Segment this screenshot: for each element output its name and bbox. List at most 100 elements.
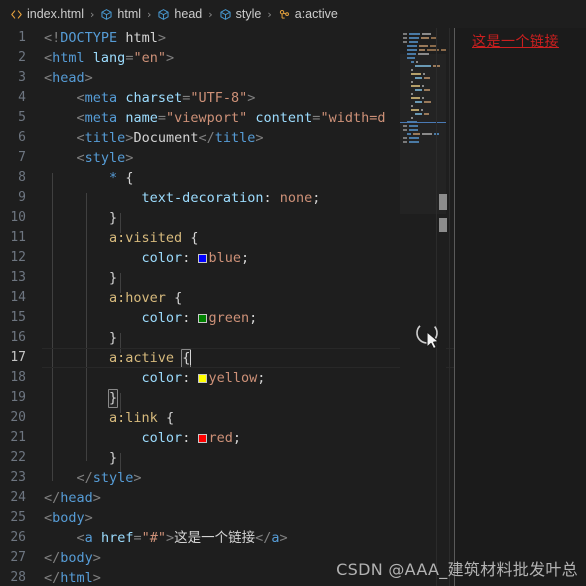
code-line[interactable]: 6 <title>Document</title>: [0, 128, 400, 148]
line-number: 5: [18, 110, 26, 125]
text-caret: [190, 350, 192, 365]
line-number: 27: [10, 550, 26, 565]
code-line[interactable]: 25 <body>: [0, 508, 400, 528]
css-selector-icon: [278, 8, 291, 21]
line-content[interactable]: color: red;: [34, 428, 400, 448]
line-content[interactable]: </head>: [34, 488, 400, 508]
breadcrumb-item-style[interactable]: style: [218, 7, 263, 21]
line-number: 8: [18, 170, 26, 185]
scrollbar-marker: [439, 218, 447, 232]
line-content[interactable]: <meta charset="UTF-8">: [34, 88, 400, 108]
line-number: 18: [10, 370, 26, 385]
line-number: 19: [10, 390, 26, 405]
line-content[interactable]: </style>: [34, 468, 400, 488]
color-swatch-green[interactable]: [198, 314, 208, 323]
cube-symbol-icon: [100, 8, 113, 21]
code-line[interactable]: 5 <meta name="viewport" content="width=d: [0, 108, 400, 128]
line-content[interactable]: <a href="#">这是一个链接</a>: [34, 528, 400, 548]
code-brackets-icon: [10, 8, 23, 21]
line-number: 10: [10, 210, 26, 225]
line-content[interactable]: a:link {: [34, 408, 400, 428]
code-line[interactable]: 15 color: green;: [0, 308, 400, 328]
line-content[interactable]: <!DOCTYPE html>: [34, 28, 400, 48]
breadcrumb-separator: ›: [208, 7, 213, 21]
csdn-watermark: CSDN @AAA_建筑材料批发叶总: [336, 560, 578, 579]
code-line[interactable]: 3 <head>: [0, 68, 400, 88]
line-content[interactable]: a:active {: [34, 348, 400, 368]
line-content[interactable]: a:visited {: [34, 228, 400, 248]
color-swatch-blue[interactable]: [198, 254, 208, 263]
line-number: 20: [10, 410, 26, 425]
line-number: 16: [10, 330, 26, 345]
line-content[interactable]: <body>: [34, 508, 400, 528]
color-value: blue: [208, 250, 241, 266]
code-line[interactable]: 14 a:hover {: [0, 288, 400, 308]
line-content[interactable]: }: [34, 208, 400, 228]
line-number: 24: [10, 490, 26, 505]
line-number: 1: [18, 30, 26, 45]
breadcrumb-item-a-active[interactable]: a:active: [277, 7, 339, 21]
code-line[interactable]: 8 * {: [0, 168, 400, 188]
line-content[interactable]: }: [34, 448, 400, 468]
code-line[interactable]: 10 }: [0, 208, 400, 228]
line-content[interactable]: <html lang="en">: [34, 48, 400, 68]
line-content[interactable]: }: [34, 268, 400, 288]
breadcrumb-label: style: [235, 7, 262, 21]
breadcrumb-item-head[interactable]: head: [156, 7, 203, 21]
breadcrumb-item-index-html[interactable]: index.html: [9, 7, 85, 21]
code-line[interactable]: 16 }: [0, 328, 400, 348]
cube-symbol-icon: [157, 8, 170, 21]
line-content[interactable]: text-decoration: none;: [34, 188, 400, 208]
color-value: yellow: [208, 370, 258, 386]
code-line[interactable]: 13 }: [0, 268, 400, 288]
code-line[interactable]: 9 text-decoration: none;: [0, 188, 400, 208]
code-lines[interactable]: 1 <!DOCTYPE html> 2 <html lang="en"> 3 <…: [0, 28, 455, 586]
code-line[interactable]: 19 }: [0, 388, 400, 408]
line-content[interactable]: }: [34, 328, 400, 348]
code-line[interactable]: 24 </head>: [0, 488, 400, 508]
line-content[interactable]: a:hover {: [34, 288, 400, 308]
breadcrumb-separator: ›: [267, 7, 272, 21]
code-editor[interactable]: 1 <!DOCTYPE html> 2 <html lang="en"> 3 <…: [0, 28, 455, 586]
code-line[interactable]: 11 a:visited {: [0, 228, 400, 248]
color-swatch-red[interactable]: [198, 434, 208, 443]
line-number: 6: [18, 130, 26, 145]
line-content[interactable]: <style>: [34, 148, 400, 168]
line-number: 23: [10, 470, 26, 485]
code-line[interactable]: 12 color: blue;: [0, 248, 400, 268]
color-swatch-yellow[interactable]: [198, 374, 208, 383]
code-line[interactable]: 4 <meta charset="UTF-8">: [0, 88, 400, 108]
code-line[interactable]: 21 color: red;: [0, 428, 400, 448]
breadcrumb-separator: ›: [147, 7, 152, 21]
line-number: 21: [10, 430, 26, 445]
code-line[interactable]: 22 }: [0, 448, 400, 468]
line-content[interactable]: <head>: [34, 68, 400, 88]
breadcrumb-label: index.html: [27, 7, 84, 21]
line-number: 17: [10, 350, 26, 365]
code-line[interactable]: 20 a:link {: [0, 408, 400, 428]
preview-link[interactable]: 这是一个链接: [472, 31, 559, 51]
code-line[interactable]: 1 <!DOCTYPE html>: [0, 28, 400, 48]
code-line-active[interactable]: 17 a:active {: [0, 348, 455, 368]
line-number: 22: [10, 450, 26, 465]
line-content[interactable]: color: yellow;: [34, 368, 400, 388]
code-line[interactable]: 2 <html lang="en">: [0, 48, 400, 68]
vscode-window: index.html › html › head › style › a:act…: [0, 0, 586, 586]
line-content[interactable]: }: [34, 388, 400, 408]
line-number: 25: [10, 510, 26, 525]
editor-preview-split: 1 <!DOCTYPE html> 2 <html lang="en"> 3 <…: [0, 28, 586, 586]
code-line[interactable]: 18 color: yellow;: [0, 368, 400, 388]
editor-scrollbar[interactable]: [436, 28, 450, 586]
code-line[interactable]: 7 <style>: [0, 148, 400, 168]
line-number: 11: [10, 230, 26, 245]
line-content[interactable]: color: blue;: [34, 248, 400, 268]
line-content[interactable]: color: green;: [34, 308, 400, 328]
code-line[interactable]: 26 <a href="#">这是一个链接</a>: [0, 528, 400, 548]
browser-preview-pane[interactable]: 这是一个链接: [455, 28, 586, 586]
line-content[interactable]: <meta name="viewport" content="width=d: [34, 108, 400, 128]
line-number: 4: [18, 90, 26, 105]
breadcrumb-item-html[interactable]: html: [99, 7, 142, 21]
code-line[interactable]: 23 </style>: [0, 468, 400, 488]
line-content[interactable]: <title>Document</title>: [34, 128, 400, 148]
line-content[interactable]: * {: [34, 168, 400, 188]
